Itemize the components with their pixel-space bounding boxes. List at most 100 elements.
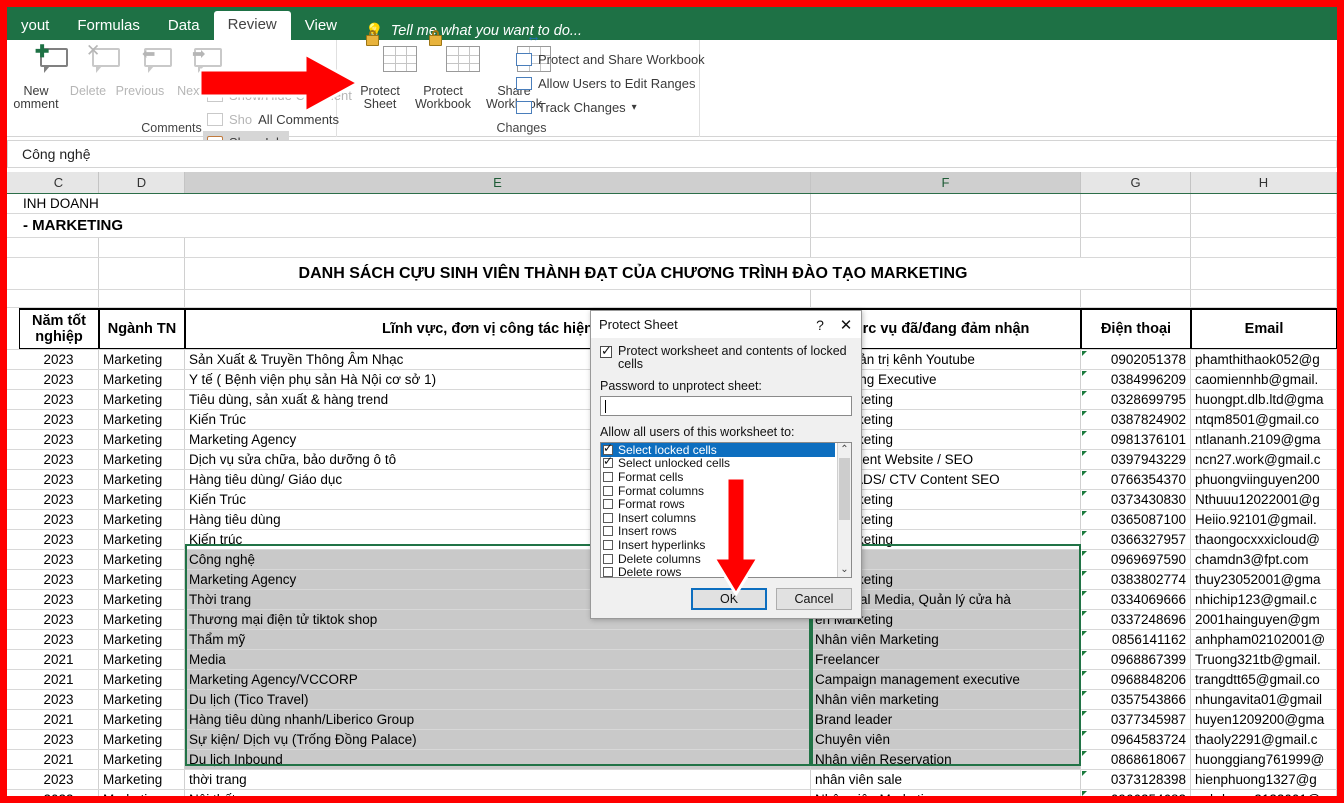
grid-cell[interactable] (99, 290, 185, 307)
cell-major[interactable]: Marketing (99, 790, 185, 796)
table-row[interactable]: - MARKETING (7, 214, 1337, 238)
formula-bar[interactable]: Công nghệ (7, 140, 1337, 168)
grid-cell[interactable] (1081, 258, 1191, 289)
cell-major[interactable]: Marketing (99, 690, 185, 709)
cell-email[interactable]: trangdtt65@gmail.co (1191, 670, 1337, 689)
cell-major[interactable]: Marketing (99, 650, 185, 669)
cell-year[interactable]: 2023 (19, 610, 99, 629)
cell-year[interactable]: 2023 (19, 490, 99, 509)
cell-field[interactable]: Nội thất (185, 790, 811, 796)
cell-email[interactable]: chamdn3@fpt.com (1191, 550, 1337, 569)
scrollbar-thumb[interactable] (839, 458, 850, 520)
table-row[interactable]: 2021 Marketing Hàng tiêu dùng nhanh/Liberi… (7, 710, 1337, 730)
cell-position[interactable]: Freelancer (811, 650, 1081, 669)
cell-phone[interactable]: 0337248696 (1081, 610, 1191, 629)
cell-year[interactable]: 2021 (19, 710, 99, 729)
permission-checkbox[interactable] (603, 553, 613, 564)
cell-field[interactable]: Du lịch (Tico Travel) (185, 690, 811, 709)
cell-year[interactable]: 2023 (19, 450, 99, 469)
cell-phone[interactable]: 0373430830 (1081, 490, 1191, 509)
grid-cell[interactable] (1081, 290, 1191, 307)
grid-cell[interactable] (1191, 258, 1337, 289)
cell-phone[interactable]: 0968867399 (1081, 650, 1191, 669)
cell-position[interactable]: Brand leader (811, 710, 1081, 729)
cell-major[interactable]: Marketing (99, 770, 185, 789)
cell-year[interactable]: 2023 (19, 370, 99, 389)
grid-cell[interactable] (19, 238, 99, 257)
cell-major[interactable]: Marketing (99, 550, 185, 569)
cell-position[interactable]: Campaign management executive (811, 670, 1081, 689)
cell-major[interactable]: Marketing (99, 590, 185, 609)
cell-email[interactable]: huyen1209200@gma (1191, 710, 1337, 729)
cell-email[interactable]: phamthithaok052@g (1191, 350, 1337, 369)
cell-year[interactable]: 2021 (19, 750, 99, 769)
cell-email[interactable]: ncn27.work@gmail.c (1191, 450, 1337, 469)
tab-formulas[interactable]: Formulas (63, 12, 154, 40)
cell-position[interactable]: Chuyên viên (811, 730, 1081, 749)
cell-major[interactable]: Marketing (99, 750, 185, 769)
cell-phone[interactable]: 0766354370 (1081, 470, 1191, 489)
cell-major[interactable]: Marketing (99, 410, 185, 429)
cell-phone[interactable]: 0383802774 (1081, 570, 1191, 589)
cell-field[interactable]: Media (185, 650, 811, 669)
track-changes-button[interactable]: Track Changes ▾ (516, 96, 637, 118)
tab-review[interactable]: Review (213, 11, 291, 40)
permission-checkbox[interactable] (603, 526, 613, 537)
cell-major[interactable]: Marketing (99, 430, 185, 449)
cell-year[interactable]: 2023 (19, 510, 99, 529)
cell-email[interactable]: huongpt.dlb.ltd@gma (1191, 390, 1337, 409)
table-row[interactable] (7, 290, 1337, 308)
protect-worksheet-checkbox[interactable] (600, 343, 612, 359)
cell-year[interactable]: 2023 (19, 530, 99, 549)
grid-cell[interactable] (1081, 214, 1191, 237)
cell-email[interactable]: Nthuuu12022001@g (1191, 490, 1337, 509)
cell-position[interactable]: Nhân viên Marketing (811, 790, 1081, 796)
cell-phone[interactable]: 0387824902 (1081, 410, 1191, 429)
sheet-title[interactable]: DANH SÁCH CỰU SINH VIÊN THÀNH ĐẠT CỦA CH… (185, 258, 1081, 289)
cell-major[interactable]: Marketing (99, 490, 185, 509)
cell-major[interactable]: Marketing (99, 530, 185, 549)
cell-year[interactable]: 2023 (19, 570, 99, 589)
cell-email[interactable]: nhungavita01@gmail (1191, 690, 1337, 709)
dialog-title-bar[interactable]: Protect Sheet ? ✕ (591, 311, 861, 338)
grid-cell[interactable] (811, 238, 1081, 257)
cell-email[interactable]: Heiio.92101@gmail. (1191, 510, 1337, 529)
cell-email[interactable]: hienphuong1327@g (1191, 770, 1337, 789)
previous-comment-button[interactable]: ⬅ Previous (113, 46, 172, 98)
permissions-scrollbar[interactable]: ⌃ ⌄ (837, 443, 851, 577)
tab-data[interactable]: Data (154, 12, 214, 40)
tab-view[interactable]: View (291, 12, 351, 40)
password-input[interactable] (600, 396, 852, 416)
cell-major[interactable]: Marketing (99, 570, 185, 589)
table-row[interactable]: 2023 Marketing Sự kiện/ Dịch vụ (Trống Đồn… (7, 730, 1337, 750)
cell-phone[interactable]: 0357543866 (1081, 690, 1191, 709)
cell-phone[interactable]: 0377345987 (1081, 710, 1191, 729)
tab-page-layout[interactable]: yout (7, 12, 63, 40)
cell-phone[interactable]: 0966254682 (1081, 790, 1191, 796)
permission-checkbox[interactable] (603, 567, 613, 577)
cell-field[interactable]: thời trang (185, 770, 811, 789)
cell-major[interactable]: Marketing (99, 370, 185, 389)
cell-email[interactable]: nhichip123@gmail.c (1191, 590, 1337, 609)
grid-cell[interactable] (99, 258, 185, 289)
permission-checkbox[interactable] (603, 499, 613, 510)
cell-year[interactable]: 2023 (19, 350, 99, 369)
cell-field[interactable]: Thẩm mỹ (185, 630, 811, 649)
cell-field[interactable]: Marketing Agency/VCCORP (185, 670, 811, 689)
cell-email[interactable]: anhpham02102001@ (1191, 630, 1337, 649)
grid-cell[interactable] (811, 214, 1081, 237)
allow-users-edit-ranges-button[interactable]: Allow Users to Edit Ranges (516, 72, 696, 94)
table-row[interactable]: 2023 Marketing Thẩm mỹ Nhân viên Marketing 0… (7, 630, 1337, 650)
protect-worksheet-checkbox-row[interactable]: Protect worksheet and contents of locked… (600, 343, 852, 371)
tell-me-box[interactable]: 💡 Tell me what you want to do... (351, 22, 582, 40)
permission-item[interactable]: Select locked cells (601, 443, 835, 457)
table-row[interactable]: 2021 Marketing Marketing Agency/VCCORP Camp… (7, 670, 1337, 690)
cell-position[interactable]: Nhân viên Reservation (811, 750, 1081, 769)
cell-phone[interactable]: 0968848206 (1081, 670, 1191, 689)
cell-year[interactable]: 2023 (19, 730, 99, 749)
cell-major[interactable]: Marketing (99, 510, 185, 529)
cell-phone[interactable]: 0969697590 (1081, 550, 1191, 569)
help-icon[interactable]: ? (809, 317, 831, 333)
protect-sheet-button[interactable]: Protect Sheet (352, 30, 417, 111)
cell-phone[interactable]: 0856141162 (1081, 630, 1191, 649)
